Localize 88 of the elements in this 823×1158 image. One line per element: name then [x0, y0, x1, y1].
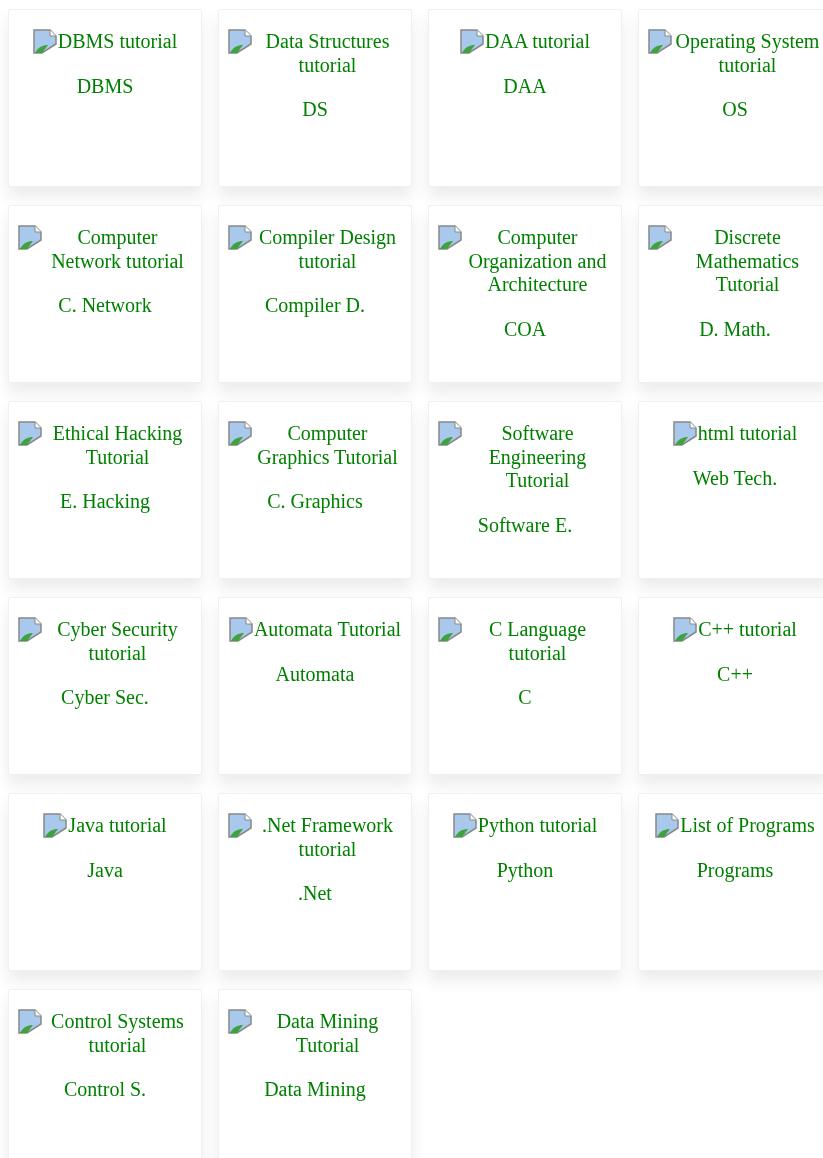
tutorial-card[interactable]: Python tutorial Python — [428, 793, 622, 971]
broken-image-icon — [227, 813, 253, 838]
course-label: C. Network — [57, 294, 153, 318]
broken-image-icon — [228, 617, 254, 642]
image-alt-text: html tutorial — [697, 422, 798, 446]
image-alt-text: List of Programs — [680, 814, 815, 838]
tutorial-card[interactable]: Ethical Hacking Tutorial E. Hacking — [8, 401, 202, 579]
tutorial-card[interactable]: Computer Organization and Architecture COA — [428, 205, 622, 383]
tutorial-card[interactable]: DBMS tutorial DBMS — [8, 9, 202, 187]
image-alt-text: Computer Graphics Tutorial — [256, 422, 399, 469]
course-label: .Net — [297, 882, 333, 906]
image-alt-text: Control Systems tutorial — [50, 1010, 185, 1057]
tutorial-card[interactable]: Control Systems tutorial Control S. — [8, 989, 202, 1158]
course-label: D. Math. — [698, 317, 772, 341]
broken-image-icon — [647, 225, 673, 250]
course-label: Python — [495, 859, 555, 883]
image-alt-text: Python tutorial — [477, 814, 598, 838]
tutorial-card[interactable]: List of Programs Programs — [638, 793, 823, 971]
broken-image-icon — [227, 1009, 253, 1034]
tutorial-card[interactable]: C++ tutorial C++ — [638, 597, 823, 775]
course-label: DAA — [502, 75, 548, 99]
tutorial-card[interactable]: html tutorial Web Tech. — [638, 401, 823, 579]
broken-image-icon — [437, 421, 463, 446]
course-label: OS — [721, 98, 749, 122]
broken-image-icon — [17, 1009, 43, 1034]
course-label: Control S. — [62, 1078, 148, 1102]
tutorial-card[interactable]: Cyber Security tutorial Cyber Sec. — [8, 597, 202, 775]
tutorial-card[interactable]: Compiler Design tutorial Compiler D. — [218, 205, 412, 383]
image-alt-text: Ethical Hacking Tutorial — [51, 422, 184, 469]
broken-image-icon — [437, 617, 463, 642]
tutorial-card[interactable]: C Language tutorial C — [428, 597, 622, 775]
image-alt-text: Software Engineering Tutorial — [487, 422, 588, 493]
tutorial-card[interactable]: Software Engineering Tutorial Software E. — [428, 401, 622, 579]
course-label: C++ — [716, 663, 754, 687]
image-alt-text: Java tutorial — [68, 814, 167, 838]
image-alt-text: Computer Network tutorial — [50, 226, 185, 273]
course-label: C — [517, 686, 533, 710]
image-alt-text: Cyber Security tutorial — [56, 618, 179, 665]
course-label: DS — [301, 98, 329, 122]
course-label: E. Hacking — [59, 490, 151, 514]
broken-image-icon — [460, 29, 485, 54]
tutorial-card[interactable]: .Net Framework tutorial .Net — [218, 793, 412, 971]
course-label: Compiler D. — [264, 294, 366, 318]
image-alt-text: Data Structures tutorial — [264, 30, 391, 77]
image-alt-text: C++ tutorial — [698, 618, 797, 642]
image-alt-text: Operating System tutorial — [674, 30, 821, 77]
image-alt-text: DAA tutorial — [485, 30, 590, 54]
broken-image-icon — [672, 421, 698, 446]
course-label: COA — [502, 317, 548, 341]
broken-image-icon — [227, 421, 253, 446]
image-alt-text: Computer Organization and Architecture — [467, 226, 608, 297]
broken-image-icon — [43, 813, 69, 838]
broken-image-icon — [452, 813, 478, 838]
course-label: Software E. — [476, 513, 574, 537]
tutorial-card[interactable]: Computer Network tutorial C. Network — [8, 205, 202, 383]
image-alt-text: Discrete Mathematics Tutorial — [694, 226, 801, 297]
tutorial-card[interactable]: Java tutorial Java — [8, 793, 202, 971]
course-label: Cyber Sec. — [60, 686, 150, 710]
broken-image-icon — [437, 225, 463, 250]
tutorial-card[interactable]: Discrete Mathematics Tutorial D. Math. — [638, 205, 823, 383]
course-label: Java — [86, 859, 124, 883]
image-alt-text: Automata Tutorial — [253, 618, 402, 642]
course-label: Programs — [695, 859, 775, 883]
image-alt-text: DBMS tutorial — [57, 30, 178, 54]
tutorial-card[interactable]: Operating System tutorial OS — [638, 9, 823, 187]
image-alt-text: .Net Framework tutorial — [260, 814, 395, 861]
image-alt-text: Compiler Design tutorial — [257, 226, 398, 273]
course-label: C. Graphics — [266, 490, 364, 514]
tutorial-card[interactable]: Automata Tutorial Automata — [218, 597, 412, 775]
course-label: DBMS — [75, 75, 135, 99]
broken-image-icon — [227, 225, 253, 250]
broken-image-icon — [32, 29, 58, 54]
broken-image-icon — [227, 29, 253, 54]
course-label: Data Mining — [263, 1078, 367, 1102]
tutorial-card[interactable]: Data Structures tutorial DS — [218, 9, 412, 187]
broken-image-icon — [647, 29, 673, 54]
broken-image-icon — [673, 617, 699, 642]
broken-image-icon — [17, 225, 43, 250]
course-label: Web Tech. — [691, 467, 779, 491]
tutorial-card[interactable]: DAA tutorial DAA — [428, 9, 622, 187]
tutorial-card[interactable]: Computer Graphics Tutorial C. Graphics — [218, 401, 412, 579]
course-label: Automata — [274, 663, 356, 687]
image-alt-text: C Language tutorial — [487, 618, 588, 665]
broken-image-icon — [17, 617, 43, 642]
broken-image-icon — [17, 421, 43, 446]
broken-image-icon — [655, 813, 681, 838]
image-alt-text: Data Mining Tutorial — [275, 1010, 380, 1057]
tutorial-card[interactable]: Data Mining Tutorial Data Mining — [218, 989, 412, 1158]
